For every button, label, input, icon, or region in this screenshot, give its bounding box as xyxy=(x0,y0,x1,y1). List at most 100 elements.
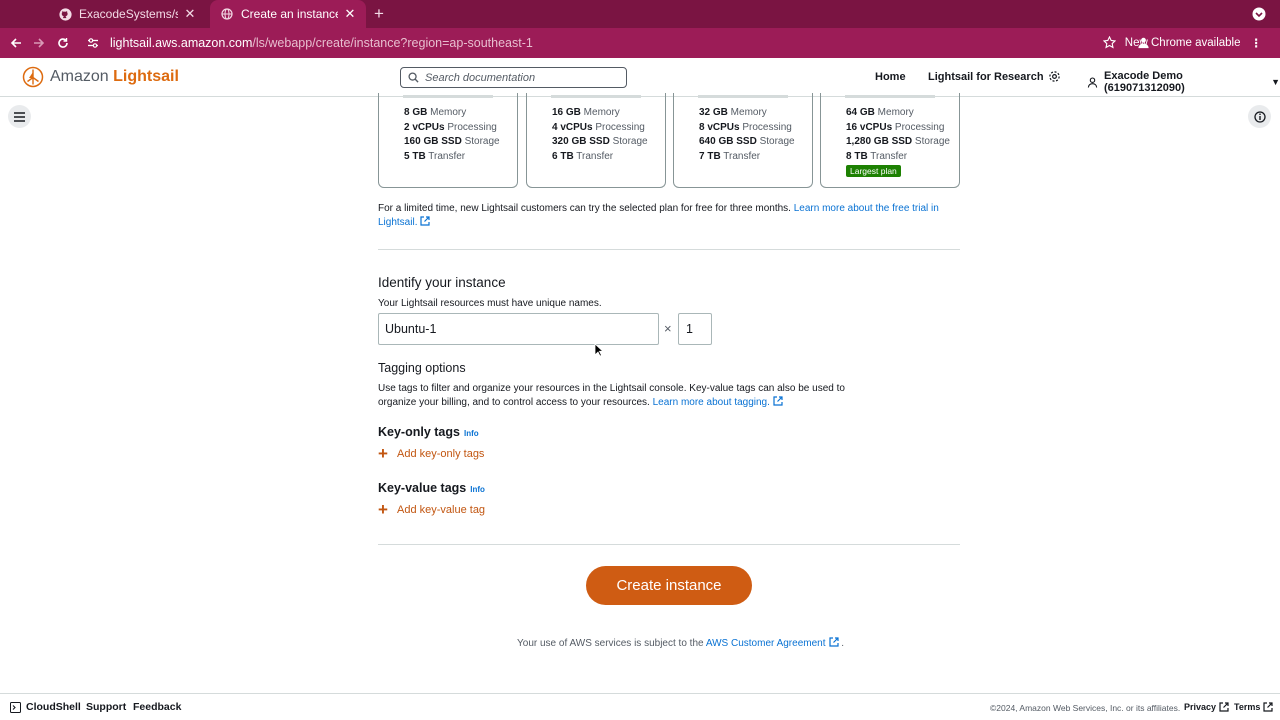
instance-count-input[interactable] xyxy=(678,313,712,345)
logo-brand: Lightsail xyxy=(113,68,179,85)
reload-icon[interactable] xyxy=(55,35,71,51)
gear-icon[interactable] xyxy=(1048,70,1062,84)
identify-instance-heading: Identify your instance xyxy=(378,275,506,290)
key-value-tags-heading: Key-value tags Info xyxy=(378,481,485,495)
terms-link[interactable]: Terms xyxy=(1234,702,1273,712)
feedback-link[interactable]: Feedback xyxy=(133,701,181,713)
plan-storage: 1,280 GB SSD Storage xyxy=(846,136,950,148)
search-icon xyxy=(408,72,419,83)
plan-memory: 8 GB Memory xyxy=(404,107,467,118)
cloudshell-icon xyxy=(10,701,21,713)
key-value-tags-title: Key-value tags xyxy=(378,481,467,495)
plan-vcpu: 16 vCPUs Processing xyxy=(846,121,945,133)
add-key-value-tag-button[interactable]: + Add key-value tag xyxy=(378,500,486,519)
globe-icon xyxy=(220,7,234,21)
close-icon[interactable]: ✕ xyxy=(344,6,356,22)
external-link-icon xyxy=(828,637,839,647)
plan-memory: 16 GB Memory xyxy=(552,107,620,118)
logo-text: Amazon Lightsail xyxy=(50,68,179,86)
home-link[interactable]: Home xyxy=(875,71,906,83)
bookmark-star-icon[interactable] xyxy=(1102,35,1117,50)
learn-more-tagging-link[interactable]: Learn more about tagging. xyxy=(653,397,770,408)
new-tab-plus-icon[interactable]: + xyxy=(372,4,386,24)
plan-card[interactable]: 16 GB Memory 4 vCPUs Processing 320 GB S… xyxy=(526,93,666,188)
github-icon xyxy=(58,7,72,21)
plan-price-divider xyxy=(403,95,493,98)
free-trial-note: For a limited time, new Lightsail custom… xyxy=(378,202,958,229)
address-bar[interactable]: lightsail.aws.amazon.com/ls/webapp/creat… xyxy=(80,31,1125,55)
plan-vcpu: 4 vCPUs Processing xyxy=(552,121,645,133)
add-key-only-tags-button[interactable]: + Add key-only tags xyxy=(378,444,485,463)
new-chrome-available-button[interactable]: New Chrome available ⋮ xyxy=(1125,33,1262,53)
key-only-tags-title: Key-only tags xyxy=(378,425,460,439)
search-documentation[interactable] xyxy=(400,67,627,88)
plan-storage: 640 GB SSD Storage xyxy=(699,136,795,148)
plan-price-divider xyxy=(845,95,935,98)
largest-plan-badge: Largest plan xyxy=(846,165,901,178)
plan-transfer: 6 TB Transfer xyxy=(552,150,614,162)
account-menu[interactable]: Exacode Demo (619071312090) ▼ xyxy=(1087,70,1280,94)
plan-vcpu: 8 vCPUs Processing xyxy=(699,121,792,133)
browser-tab-lightsail[interactable]: Create an instance | Lightsail ✕ xyxy=(210,0,366,28)
plan-transfer: 8 TB Transfer xyxy=(846,150,908,162)
plan-memory: 32 GB Memory xyxy=(699,107,767,118)
plan-price-divider xyxy=(698,95,788,98)
search-input[interactable] xyxy=(425,71,615,84)
cloudshell-label: CloudShell xyxy=(26,701,81,713)
plan-transfer: 5 TB Transfer xyxy=(404,150,466,162)
plus-icon: + xyxy=(378,500,388,519)
key-only-info-link[interactable]: Info xyxy=(464,429,479,438)
external-link-icon xyxy=(1263,702,1273,712)
plan-card[interactable]: 64 GB Memory 16 vCPUs Processing 1,280 G… xyxy=(820,93,960,188)
external-link-icon xyxy=(773,395,783,406)
plus-icon: + xyxy=(378,444,388,463)
browser-tab-strip: ExacodeSystems/shipment-r ✕ Create an in… xyxy=(0,0,1280,28)
agreement-text: Your use of AWS services is subject to t… xyxy=(517,638,706,649)
multiply-sign: × xyxy=(664,321,672,336)
create-instance-button[interactable]: Create instance xyxy=(586,566,752,605)
free-trial-text: For a limited time, new Lightsail custom… xyxy=(378,203,794,214)
add-key-only-tags-label: Add key-only tags xyxy=(397,448,485,460)
copyright-text: ©2024, Amazon Web Services, Inc. or its … xyxy=(990,703,1181,713)
forward-arrow-icon[interactable] xyxy=(31,35,47,51)
account-name: Exacode Demo (619071312090) xyxy=(1104,70,1185,94)
tab-search-chevron-icon[interactable] xyxy=(1250,5,1268,23)
lightsail-header: Amazon Lightsail Home Lightsail for Rese… xyxy=(0,58,1280,97)
plan-price-divider xyxy=(551,95,641,98)
identify-instance-description: Your Lightsail resources must have uniqu… xyxy=(378,298,602,309)
section-divider xyxy=(378,544,960,545)
lightsail-logo-icon xyxy=(22,66,44,88)
tab-title: ExacodeSystems/shipment-r xyxy=(79,7,178,21)
support-link[interactable]: Support xyxy=(86,701,126,713)
key-value-info-link[interactable]: Info xyxy=(470,485,485,494)
add-key-value-tag-label: Add key-value tag xyxy=(397,504,486,516)
plan-card[interactable]: 8 GB Memory 2 vCPUs Processing 160 GB SS… xyxy=(378,93,518,188)
site-settings-icon[interactable] xyxy=(87,37,101,49)
tagging-options-heading: Tagging options xyxy=(378,361,466,375)
url-domain: lightsail.aws.amazon.com xyxy=(110,36,253,50)
console-footer: CloudShell Support Feedback ©2024, Amazo… xyxy=(0,693,1280,720)
plan-card[interactable]: 32 GB Memory 8 vCPUs Processing 640 GB S… xyxy=(673,93,813,188)
url-path: /ls/webapp/create/instance?region=ap-sou… xyxy=(252,36,533,50)
side-navigation-menu-icon[interactable] xyxy=(8,105,31,128)
browser-tab-github[interactable]: ExacodeSystems/shipment-r ✕ xyxy=(48,0,206,28)
tab-title: Create an instance | Lightsail xyxy=(241,7,338,21)
close-icon[interactable]: ✕ xyxy=(184,6,196,22)
browser-toolbar: lightsail.aws.amazon.com/ls/webapp/creat… xyxy=(0,28,1280,58)
privacy-link[interactable]: Privacy xyxy=(1184,702,1229,712)
more-vert-icon[interactable]: ⋮ xyxy=(1251,36,1263,50)
user-icon xyxy=(1087,76,1098,88)
logo-prefix: Amazon xyxy=(50,68,114,85)
plan-transfer: 7 TB Transfer xyxy=(699,150,761,162)
info-panel-icon[interactable] xyxy=(1248,105,1271,128)
update-label: New Chrome available xyxy=(1124,37,1241,49)
cloudshell-button[interactable]: CloudShell xyxy=(10,701,81,713)
plan-storage: 320 GB SSD Storage xyxy=(552,136,648,148)
back-arrow-icon[interactable] xyxy=(8,35,24,51)
instance-name-input[interactable] xyxy=(378,313,659,345)
lightsail-for-research-link[interactable]: Lightsail for Research xyxy=(928,71,1044,83)
plan-memory: 64 GB Memory xyxy=(846,107,914,118)
caret-down-icon: ▼ xyxy=(1271,77,1280,87)
lightsail-logo[interactable]: Amazon Lightsail xyxy=(22,66,179,88)
aws-customer-agreement-link[interactable]: AWS Customer Agreement xyxy=(706,638,826,649)
